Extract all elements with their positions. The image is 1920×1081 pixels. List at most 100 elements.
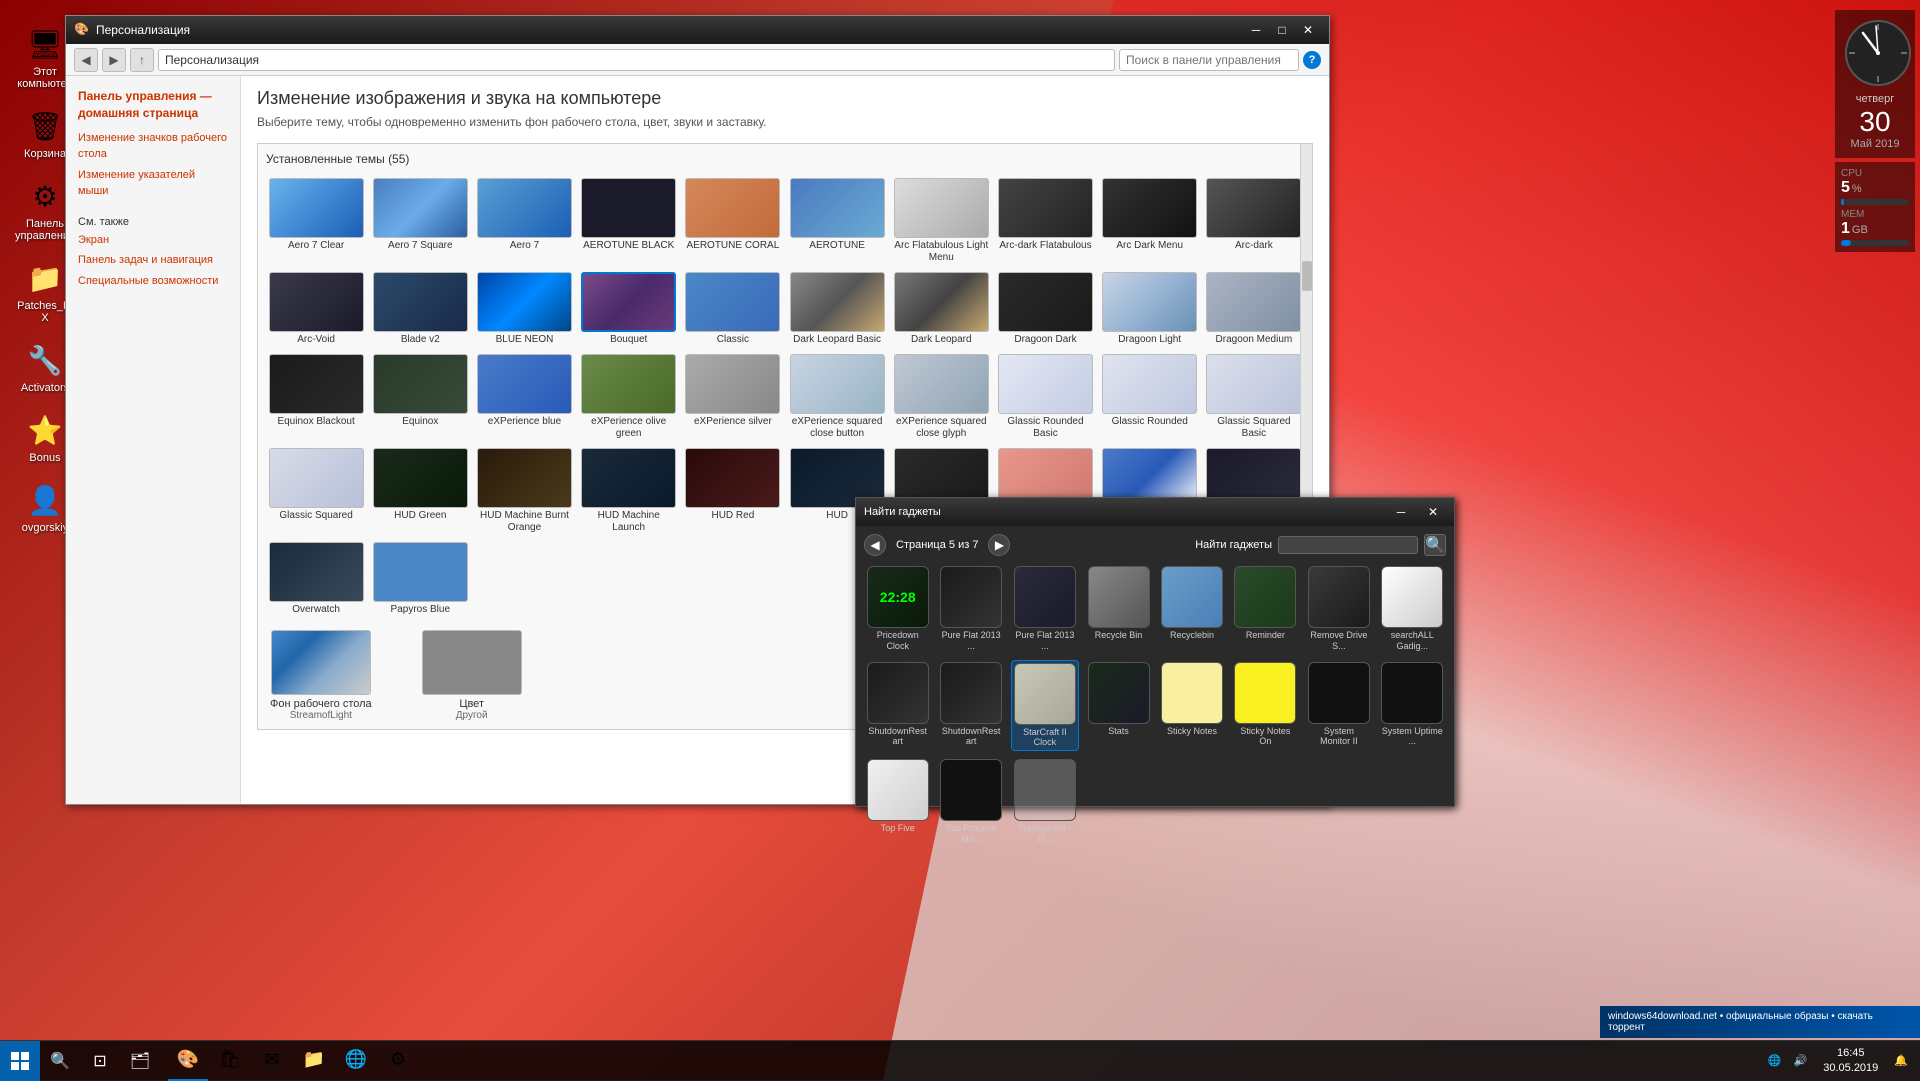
sidebar-screen-link[interactable]: Экран [78, 232, 228, 249]
gadget-item-transparent[interactable]: Transparent - cl... [1011, 757, 1079, 847]
taskbar-icon-explorer[interactable]: 📁 [294, 1041, 334, 1081]
gadget-label-pureflat13a: Pure Flat 2013 ... [940, 630, 1002, 652]
theme-item-dkleop[interactable]: Dark Leopard [891, 270, 991, 348]
tray-notifications[interactable]: 🔔 [1890, 1054, 1912, 1067]
theme-item-hudred[interactable]: HUD Red [683, 446, 783, 536]
theme-item-aero7[interactable]: Aero 7 [474, 176, 574, 266]
theme-item-aeroblk[interactable]: AEROTUNE BLACK [579, 176, 679, 266]
taskbar-icon-mail[interactable]: ✉ [252, 1041, 292, 1081]
sidebar-access-link[interactable]: Специальные возможности [78, 273, 228, 290]
gadgets-minimize[interactable]: ─ [1388, 499, 1414, 525]
sidebar-home-link[interactable]: Панель управления — домашняя страница [78, 88, 228, 122]
theme-item-dragnlt[interactable]: Dragoon Light [1100, 270, 1200, 348]
taskbar-task-view[interactable]: ⊡ [80, 1041, 120, 1081]
wallpaper-item[interactable]: Фон рабочего стола StreamofLight [270, 630, 372, 721]
theme-item-equinoxbk[interactable]: Equinox Blackout [266, 352, 366, 442]
theme-item-aero7c[interactable]: Aero 7 Clear [266, 176, 366, 266]
tray-clock[interactable]: 16:45 30.05.2019 [1815, 1046, 1886, 1075]
gadget-item-clock12[interactable]: StarCraft II Clock [1011, 660, 1079, 752]
theme-item-papblue[interactable]: Papyros Blue [370, 540, 470, 618]
theme-thumb-dkleopb [790, 272, 885, 332]
theme-item-glassicrndb[interactable]: Glassic Rounded Basic [995, 352, 1095, 442]
theme-item-arcdkflab[interactable]: Arc-dark Flatabulous [995, 176, 1095, 266]
taskbar-explorer-button[interactable]: 🗂 [120, 1041, 160, 1081]
gadget-item-removedrive[interactable]: Remove Drive S... [1305, 564, 1372, 654]
gadget-item-stickynotes2[interactable]: Sticky Notes On [1232, 660, 1299, 752]
theme-item-aerocoral[interactable]: AEROTUNE CORAL [683, 176, 783, 266]
theme-item-dragnmd[interactable]: Dragoon Medium [1204, 270, 1304, 348]
gadget-search-button[interactable]: 🔍 [1424, 534, 1446, 556]
theme-item-bouquet[interactable]: Bouquet [579, 270, 679, 348]
sidebar-taskbar-link[interactable]: Панель задач и навигация [78, 252, 228, 269]
gadget-next-button[interactable]: ▶ [988, 534, 1010, 556]
ovgorskiy-label: ovgorskiy [22, 522, 68, 534]
theme-item-arcvoid[interactable]: Arc-Void [266, 270, 366, 348]
taskbar-icon-settings[interactable]: ⚙ [378, 1041, 418, 1081]
start-button[interactable] [0, 1041, 40, 1081]
theme-item-aerotune[interactable]: AEROTUNE [787, 176, 887, 266]
theme-item-ow[interactable]: Overwatch [266, 540, 366, 618]
taskbar-icon-browser[interactable]: 🌐 [336, 1041, 376, 1081]
gadgets-close[interactable]: ✕ [1420, 499, 1446, 525]
help-button[interactable]: ? [1303, 51, 1321, 69]
color-item[interactable]: Цвет Другой [422, 630, 522, 721]
theme-item-expblue[interactable]: eXPerience blue [474, 352, 574, 442]
gadget-item-pureflat13b[interactable]: Pure Flat 2013 ... [1011, 564, 1079, 654]
taskbar-icon-store[interactable]: 🛍 [210, 1041, 250, 1081]
themes-scrollbar-thumb[interactable] [1302, 261, 1312, 291]
theme-item-arcflab[interactable]: Arc Flatabulous Light Menu [891, 176, 991, 266]
gadget-item-searchall[interactable]: searchALL Gadig... [1379, 564, 1446, 654]
gadget-prev-button[interactable]: ◀ [864, 534, 886, 556]
theme-item-hudgrn[interactable]: HUD Green [370, 446, 470, 536]
theme-item-expsilver[interactable]: eXPerience silver [683, 352, 783, 442]
gadget-item-recyclebin[interactable]: Recycle Bin [1085, 564, 1152, 654]
theme-item-glassicsq[interactable]: Glassic Squared [266, 446, 366, 536]
gadget-item-sysuptime[interactable]: System Uptime ... [1379, 660, 1446, 752]
theme-item-expsqclosebtn[interactable]: eXPerience squared close button [787, 352, 887, 442]
gadget-item-recyclebin2[interactable]: Recyclebin [1158, 564, 1225, 654]
gadget-item-pureflat13a[interactable]: Pure Flat 2013 ... [937, 564, 1004, 654]
gadget-item-shutdowna[interactable]: ShutdownRestart [864, 660, 931, 752]
theme-item-hudmblaunch[interactable]: HUD Machine Launch [579, 446, 679, 536]
theme-item-bladev2[interactable]: Blade v2 [370, 270, 470, 348]
search-input[interactable] [1119, 49, 1299, 71]
theme-item-classic[interactable]: Classic [683, 270, 783, 348]
theme-item-equinox[interactable]: Equinox [370, 352, 470, 442]
gadget-item-topfive[interactable]: Top Five [864, 757, 931, 847]
gadget-item-sysmonitor[interactable]: System Monitor II [1305, 660, 1372, 752]
theme-thumb-classic [685, 272, 780, 332]
gadget-item-stats[interactable]: Stats [1085, 660, 1152, 752]
close-button[interactable]: ✕ [1295, 17, 1321, 43]
taskbar-search-button[interactable]: 🔍 [40, 1041, 80, 1081]
tray-volume[interactable]: 🔊 [1790, 1054, 1812, 1067]
theme-item-blueneon[interactable]: BLUE NEON [474, 270, 574, 348]
theme-item-expsqcloseglyph[interactable]: eXPerience squared close glyph [891, 352, 991, 442]
taskbar-icon-personalization[interactable]: 🎨 [168, 1041, 208, 1081]
theme-item-dragndk[interactable]: Dragoon Dark [995, 270, 1095, 348]
gadget-item-topprocess[interactable]: Top Process Mo... [937, 757, 1004, 847]
minimize-button[interactable]: ─ [1243, 17, 1269, 43]
theme-thumb-blueneon [477, 272, 572, 332]
back-button[interactable]: ◀ [74, 48, 98, 72]
theme-item-arcdkmenu[interactable]: Arc Dark Menu [1100, 176, 1200, 266]
sidebar-mouse-link[interactable]: Изменение указателей мыши [78, 167, 228, 200]
tray-network[interactable]: 🌐 [1764, 1054, 1786, 1067]
maximize-button[interactable]: □ [1269, 17, 1295, 43]
theme-item-hudmboburn[interactable]: HUD Machine Burnt Orange [474, 446, 574, 536]
gadget-item-stickynotes[interactable]: Sticky Notes [1158, 660, 1225, 752]
theme-item-expolive[interactable]: eXPerience olive green [579, 352, 679, 442]
theme-item-dkleopb[interactable]: Dark Leopard Basic [787, 270, 887, 348]
wallpaper-sublabel: StreamofLight [290, 710, 352, 721]
gadget-item-shutdownb[interactable]: ShutdownRestart [937, 660, 1004, 752]
theme-item-glassicsqb[interactable]: Glassic Squared Basic [1204, 352, 1304, 442]
gadget-item-priceclock[interactable]: 22:28Pricedown Clock [864, 564, 931, 654]
sidebar-icons-link[interactable]: Изменение значков рабочего стола [78, 130, 228, 163]
address-field[interactable]: Персонализация [158, 49, 1115, 71]
forward-button[interactable]: ▶ [102, 48, 126, 72]
up-button[interactable]: ↑ [130, 48, 154, 72]
theme-item-glassicrd[interactable]: Glassic Rounded [1100, 352, 1200, 442]
theme-item-aero7s[interactable]: Aero 7 Square [370, 176, 470, 266]
gadget-item-reminder[interactable]: Reminder [1232, 564, 1299, 654]
gadget-search-input[interactable] [1278, 536, 1418, 554]
theme-item-arcdark[interactable]: Arc-dark [1204, 176, 1304, 266]
